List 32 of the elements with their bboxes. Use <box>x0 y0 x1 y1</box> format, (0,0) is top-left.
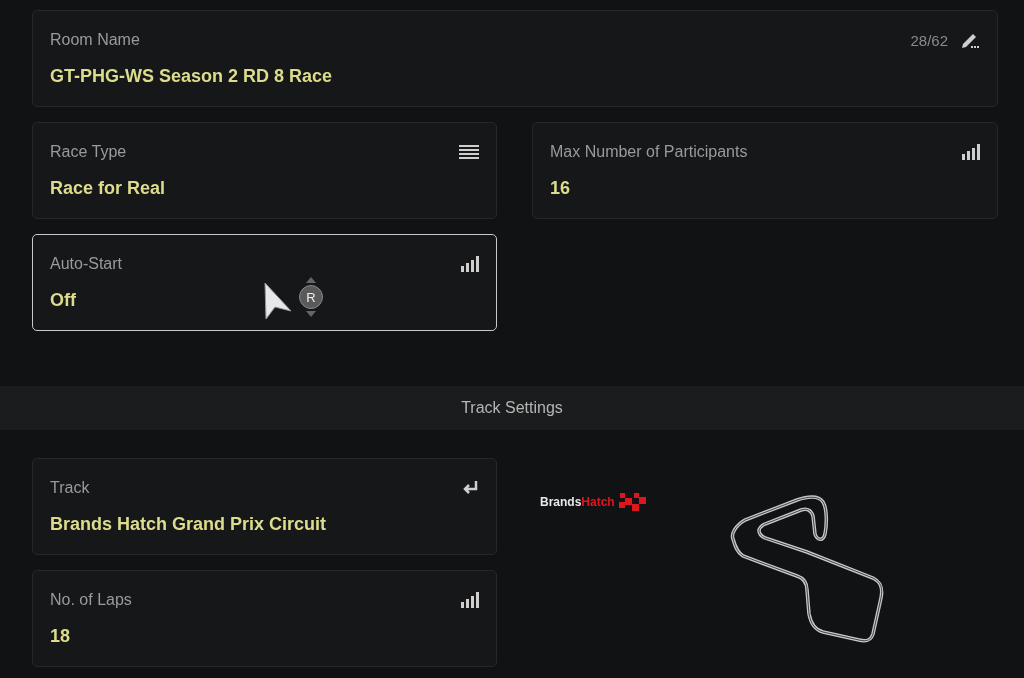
setting-label: No. of Laps <box>50 591 132 609</box>
signal-bars-icon <box>461 256 479 272</box>
setting-card[interactable]: Race Type Race for Real <box>32 122 497 219</box>
setting-card[interactable]: Track Brands Hatch Grand Prix Circuit <box>32 458 497 555</box>
setting-value: 18 <box>50 626 71 647</box>
signal-bars-icon <box>461 592 479 608</box>
up-arrow-icon <box>306 277 316 283</box>
setting-value: Brands Hatch Grand Prix Circuit <box>50 514 327 535</box>
setting-card[interactable]: Auto-Start Off R <box>32 234 497 331</box>
setting-value: Race for Real <box>50 178 166 199</box>
setting-value: GT-PHG-WS Season 2 RD 8 Race <box>50 66 333 87</box>
setting-label: Track <box>50 479 90 497</box>
enter-icon <box>461 480 479 496</box>
cursor-icon <box>263 281 293 321</box>
down-arrow-icon <box>306 311 316 317</box>
setting-label: Room Name <box>50 31 140 49</box>
checkered-flag-icon <box>618 492 647 512</box>
logo-text: Hatch <box>581 495 615 509</box>
logo-text: Brands <box>540 495 582 509</box>
section-title: Track Settings <box>461 399 563 417</box>
setting-value: 16 <box>550 178 571 199</box>
character-counter: 28/62 <box>910 31 948 49</box>
setting-card[interactable]: No. of Laps 18 <box>32 570 497 667</box>
list-icon <box>459 144 479 160</box>
signal-bars-icon <box>962 144 980 160</box>
setting-label: Max Number of Participants <box>550 143 748 161</box>
r-button-hint: R <box>299 285 323 309</box>
setting-label: Race Type <box>50 143 127 161</box>
setting-card[interactable]: Max Number of Participants 16 <box>532 122 998 219</box>
setting-label: Auto-Start <box>50 255 123 273</box>
setting-card[interactable]: Room Name 28/62 GT-PHG-WS Season 2 RD 8 Race <box>32 10 998 107</box>
setting-value: Off <box>50 290 76 311</box>
